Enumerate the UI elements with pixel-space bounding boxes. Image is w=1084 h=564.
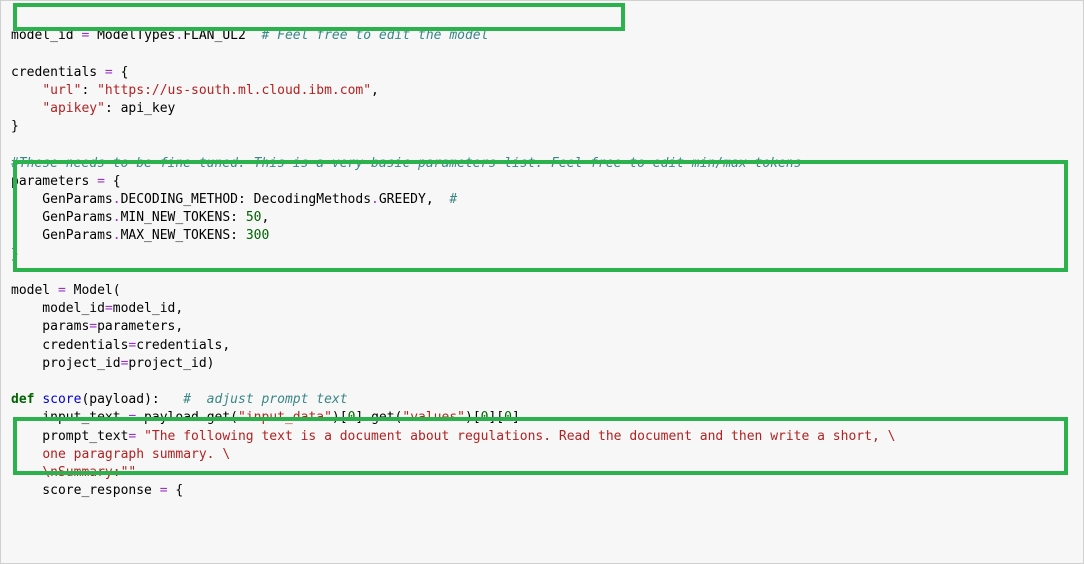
code-line: project_id=project_id) xyxy=(11,356,215,371)
code-line: \nSummary:"" xyxy=(11,465,136,480)
code-line: model_id=model_id, xyxy=(11,301,183,316)
code-line: input_text = payload.get("input_data")[0… xyxy=(11,410,520,425)
code-line: credentials=credentials, xyxy=(11,338,230,353)
code-line: GenParams.MIN_NEW_TOKENS: 50, xyxy=(11,210,269,225)
code-line: } xyxy=(11,119,19,134)
code-line: #These needs to be fine tuned. This is a… xyxy=(11,156,802,171)
code-line: model = Model( xyxy=(11,283,121,298)
code-line: one paragraph summary. \ xyxy=(11,447,230,462)
code-line: credentials = { xyxy=(11,65,128,80)
code-line: "apikey": api_key xyxy=(11,101,175,116)
code-line: params=parameters, xyxy=(11,319,183,334)
code-line: "url": "https://us-south.ml.cloud.ibm.co… xyxy=(11,83,379,98)
code-line: score_response = { xyxy=(11,483,183,498)
code-line: def score(payload): # adjust prompt text xyxy=(11,392,348,407)
code-line: model_id = ModelTypes.FLAN_UL2 # Feel fr… xyxy=(11,28,488,43)
highlight-box-model-id xyxy=(13,3,625,31)
code-line: } xyxy=(11,247,19,262)
code-line: parameters = { xyxy=(11,174,121,189)
code-line: GenParams.DECODING_METHOD: DecodingMetho… xyxy=(11,192,457,207)
code-line: GenParams.MAX_NEW_TOKENS: 300 xyxy=(11,228,269,243)
code-line: prompt_text= "The following text is a do… xyxy=(11,429,895,444)
code-editor[interactable]: model_id = ModelTypes.FLAN_UL2 # Feel fr… xyxy=(0,0,1084,564)
